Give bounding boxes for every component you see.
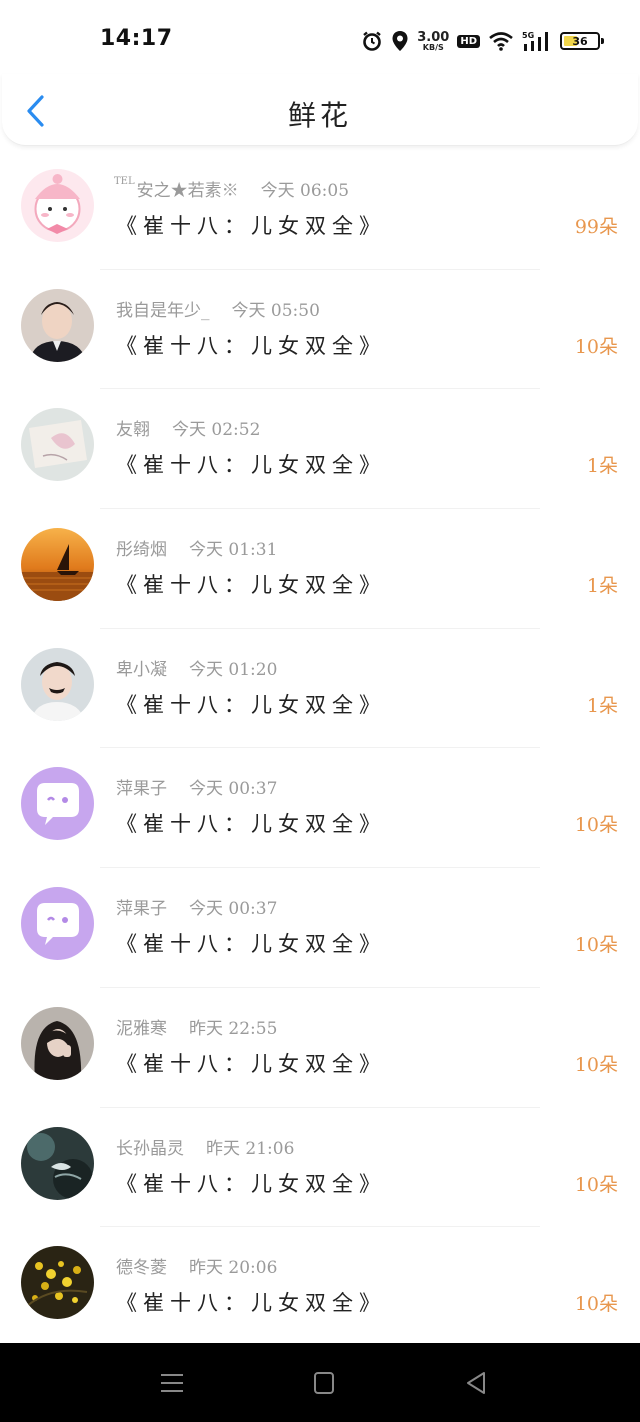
menu-button[interactable] xyxy=(158,1369,186,1397)
hd-icon: HD xyxy=(457,34,480,48)
page-title: 鲜花 xyxy=(287,99,352,132)
avatar[interactable] xyxy=(21,408,94,482)
user-name[interactable]: 萍果子 xyxy=(116,899,167,919)
flower-count: 1朵 xyxy=(586,455,618,478)
user-name[interactable]: 卑小凝 xyxy=(116,660,167,680)
avatar[interactable] xyxy=(21,647,94,721)
network-type: 5G xyxy=(522,31,534,40)
battery-icon: 36 xyxy=(560,32,604,50)
book-title[interactable]: 《崔十八：儿女双全》 xyxy=(116,689,386,719)
status-icons: 3.00 KB/S HD 5G 36 xyxy=(361,26,604,56)
net-speed-unit: KB/S xyxy=(422,42,444,52)
back-triangle-icon xyxy=(467,1372,485,1394)
flower-list: TEL 安之★若素※ 今天 06:05 《崔十八：儿女双全》 99朵我自是年少_ 今天 0… xyxy=(0,150,640,1347)
avatar[interactable] xyxy=(21,1126,94,1200)
header: 鲜花 xyxy=(2,74,638,146)
menu-icon xyxy=(161,1374,183,1392)
avatar[interactable] xyxy=(21,1006,94,1080)
flower-count: 10朵 xyxy=(574,934,618,957)
signal-icon: 5G xyxy=(522,30,552,52)
book-title[interactable]: 《崔十八：儿女双全》 xyxy=(116,808,386,838)
timestamp: 今天 01:31 xyxy=(189,540,278,561)
timestamp: 今天 01:20 xyxy=(189,659,278,680)
user-name[interactable]: 彤绮烟 xyxy=(116,540,167,560)
avatar[interactable] xyxy=(21,887,94,961)
flower-count: 10朵 xyxy=(574,335,618,358)
book-title[interactable]: 《崔十八：儿女双全》 xyxy=(116,449,386,479)
timestamp: 昨天 21:06 xyxy=(206,1138,295,1159)
item-meta: 我自是年少_ 今天 05:50 xyxy=(114,296,320,321)
item-meta: 友翱 今天 02:52 xyxy=(114,415,260,440)
book-title[interactable]: 《崔十八：儿女双全》 xyxy=(116,210,386,240)
list-item[interactable]: 我自是年少_ 今天 05:50 《崔十八：儿女双全》 10朵 xyxy=(0,270,640,390)
item-meta: 萍果子 今天 00:37 xyxy=(114,894,277,919)
home-icon xyxy=(314,1372,334,1394)
home-button[interactable] xyxy=(310,1369,338,1397)
system-navbar xyxy=(0,1343,640,1422)
item-meta: 泥雅寒 昨天 22:55 xyxy=(114,1014,277,1039)
user-name[interactable]: 长孙晶灵 xyxy=(116,1139,184,1159)
status-time: 14:17 xyxy=(100,26,173,51)
list-item[interactable]: 长孙晶灵 昨天 21:06 《崔十八：儿女双全》 10朵 xyxy=(0,1108,640,1228)
flower-count: 1朵 xyxy=(586,575,618,598)
avatar[interactable] xyxy=(21,528,94,602)
list-item[interactable]: 泥雅寒 昨天 22:55 《崔十八：儿女双全》 10朵 xyxy=(0,988,640,1108)
avatar[interactable] xyxy=(21,288,94,362)
flower-count: 99朵 xyxy=(574,216,618,238)
user-name[interactable]: 安之★若素※ xyxy=(137,181,239,201)
list-item[interactable]: 德冬菱 昨天 20:06 《崔十八：儿女双全》 10朵 xyxy=(0,1227,640,1347)
user-name[interactable]: 我自是年少_ xyxy=(116,301,210,321)
book-title[interactable]: 《崔十八：儿女双全》 xyxy=(116,1048,386,1078)
back-nav-button[interactable] xyxy=(462,1369,490,1397)
user-name[interactable]: 德冬菱 xyxy=(116,1258,167,1278)
timestamp: 昨天 22:55 xyxy=(189,1018,278,1039)
list-item[interactable]: 卑小凝 今天 01:20 《崔十八：儿女双全》 1朵 xyxy=(0,629,640,749)
book-title[interactable]: 《崔十八：儿女双全》 xyxy=(116,1168,386,1198)
list-item[interactable]: 萍果子 今天 00:37 《崔十八：儿女双全》 10朵 xyxy=(0,868,640,988)
item-meta: TEL 安之★若素※ 今天 06:05 xyxy=(114,176,349,201)
list-item[interactable]: 友翱 今天 02:52 《崔十八：儿女双全》 1朵 xyxy=(0,389,640,510)
alarm-icon xyxy=(361,30,383,52)
list-item[interactable]: TEL 安之★若素※ 今天 06:05 《崔十八：儿女双全》 99朵 xyxy=(0,150,640,270)
timestamp: 今天 00:37 xyxy=(189,779,278,800)
net-speed: 3.00 KB/S xyxy=(417,31,449,52)
avatar[interactable] xyxy=(21,767,94,841)
user-name[interactable]: 友翱 xyxy=(116,420,150,440)
user-name[interactable]: 泥雅寒 xyxy=(116,1019,167,1039)
timestamp: 今天 05:50 xyxy=(231,300,320,321)
avatar[interactable] xyxy=(21,1246,94,1320)
flower-count: 10朵 xyxy=(574,1053,618,1076)
timestamp: 昨天 20:06 xyxy=(189,1258,278,1279)
flower-count: 10朵 xyxy=(574,814,618,837)
flower-count: 10朵 xyxy=(574,1173,618,1196)
item-meta: 萍果子 今天 00:37 xyxy=(114,774,277,799)
book-title[interactable]: 《崔十八：儿女双全》 xyxy=(116,1287,386,1317)
book-title[interactable]: 《崔十八：儿女双全》 xyxy=(116,569,386,599)
timestamp: 今天 00:37 xyxy=(189,899,278,920)
battery-level: 36 xyxy=(572,34,588,48)
flower-count: 10朵 xyxy=(574,1293,618,1316)
list-item[interactable]: 萍果子 今天 00:37 《崔十八：儿女双全》 10朵 xyxy=(0,748,640,869)
avatar[interactable] xyxy=(21,169,94,242)
list-item[interactable]: 彤绮烟 今天 01:31 《崔十八：儿女双全》 1朵 xyxy=(0,509,640,629)
net-speed-value: 3.00 xyxy=(417,29,450,45)
item-meta: 彤绮烟 今天 01:31 xyxy=(114,535,277,560)
timestamp: 今天 02:52 xyxy=(172,420,261,441)
status-bar: 14:17 3.00 KB/S HD 5G 36 xyxy=(0,0,640,80)
tel-tag: TEL xyxy=(114,176,135,187)
book-title[interactable]: 《崔十八：儿女双全》 xyxy=(116,928,386,958)
flower-count: 1朵 xyxy=(586,694,618,717)
wifi-icon xyxy=(488,31,514,51)
timestamp: 今天 06:05 xyxy=(260,181,350,201)
book-title[interactable]: 《崔十八：儿女双全》 xyxy=(116,330,386,360)
user-name[interactable]: 萍果子 xyxy=(116,779,167,799)
item-meta: 德冬菱 昨天 20:06 xyxy=(114,1253,277,1278)
location-icon xyxy=(391,30,409,52)
item-meta: 卑小凝 今天 01:20 xyxy=(114,655,277,680)
item-meta: 长孙晶灵 昨天 21:06 xyxy=(114,1134,294,1159)
